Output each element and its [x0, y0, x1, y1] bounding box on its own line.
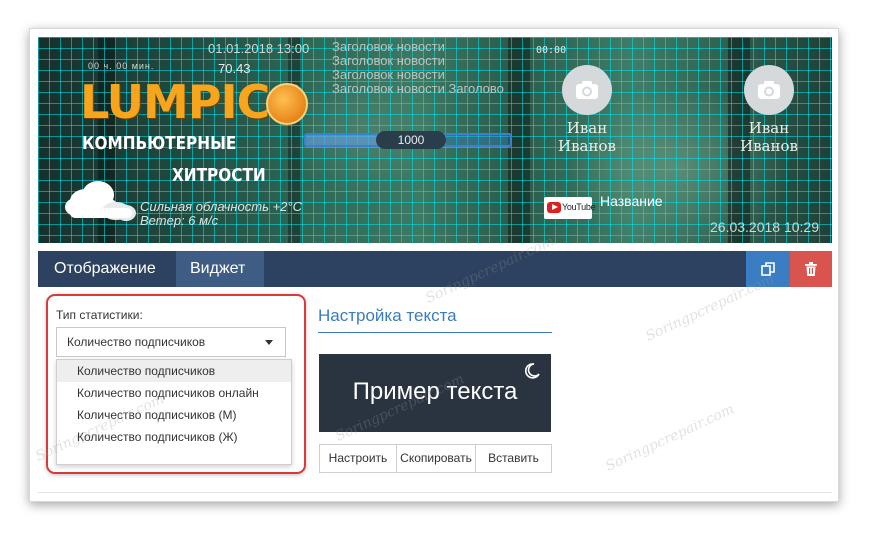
cloud-weather-icon: [65, 181, 136, 221]
stat-type-label: Тип статистики:: [56, 308, 143, 322]
weather-wind: Ветер: 6 м/с: [140, 213, 219, 228]
dropdown-option[interactable]: Количество подписчиков онлайн: [57, 382, 291, 404]
avatar[interactable]: [744, 65, 794, 115]
banner-date-top: 01.01.2018 13:00: [208, 41, 310, 56]
copy-text-button[interactable]: Скопировать: [396, 444, 476, 473]
news-item: Заголовок новости: [332, 53, 445, 68]
tab-widget[interactable]: Виджет: [176, 251, 264, 287]
youtube-play-icon: [547, 202, 561, 213]
banner-time-small: 00:00: [536, 45, 567, 56]
dropdown-option[interactable]: Количество подписчиков (Ж): [57, 426, 291, 448]
copy-icon: [761, 262, 775, 276]
select-value: Количество подписчиков: [67, 335, 206, 349]
channel-name: Название: [600, 193, 663, 209]
chevron-down-icon: [265, 340, 273, 345]
widget-panel: Тип статистики: Количество подписчиков К…: [38, 287, 832, 493]
banner-number: 70.43: [218, 61, 251, 76]
logo-subtitle-2: ХИТРОСТИ: [172, 165, 266, 186]
weather-condition: Сильная облачность +2°C: [140, 199, 302, 214]
copy-button[interactable]: [746, 251, 790, 287]
banner-news-list: Заголовок новости Заголовок новости Заго…: [332, 40, 504, 96]
user-name: Иван Иванов: [740, 119, 798, 155]
trash-icon: [805, 262, 817, 276]
stat-type-dropdown: Количество подписчиков Количество подпис…: [56, 359, 292, 465]
configure-button[interactable]: Настроить: [319, 444, 397, 473]
logo-subtitle-1: КОМПЬЮТЕРНЫЕ: [82, 133, 237, 154]
text-settings-title: Настройка текста: [318, 306, 457, 325]
avatar[interactable]: [562, 65, 612, 115]
tab-bar: Отображение Виджет: [38, 251, 832, 287]
banner-counter: 00 ч. 00 мин.: [88, 61, 155, 71]
preview-text: Пример текста: [352, 378, 518, 405]
user-name: Иван Иванов: [558, 119, 616, 155]
stat-type-select[interactable]: Количество подписчиков: [56, 327, 286, 357]
orange-logo-icon: [266, 83, 308, 125]
text-preview: Пример текста: [319, 354, 551, 432]
dropdown-option[interactable]: Количество подписчиков: [57, 360, 291, 382]
dropdown-option[interactable]: Количество подписчиков (М): [57, 404, 291, 426]
camera-icon: [758, 81, 780, 99]
camera-icon: [576, 81, 598, 99]
banner-date-bottom: 26.03.2018 10:29: [710, 219, 819, 235]
news-item: Заголовок новости: [332, 67, 445, 82]
tab-display[interactable]: Отображение: [42, 251, 168, 287]
progress-label: 1000: [376, 131, 446, 149]
youtube-logo: YouTube: [544, 197, 596, 219]
banner-preview: 01.01.2018 13:00 00 ч. 00 мин. 70.43 Заг…: [38, 37, 832, 243]
delete-button[interactable]: [790, 251, 832, 287]
paste-button[interactable]: Вставить: [475, 444, 552, 473]
app-window: 01.01.2018 13:00 00 ч. 00 мин. 70.43 Заг…: [29, 28, 839, 502]
news-item: Заголовок новости Заголово: [332, 81, 504, 96]
title-divider: [318, 332, 552, 333]
news-item: Заголовок новости: [332, 39, 445, 54]
progress-bar[interactable]: 1000: [304, 131, 512, 149]
